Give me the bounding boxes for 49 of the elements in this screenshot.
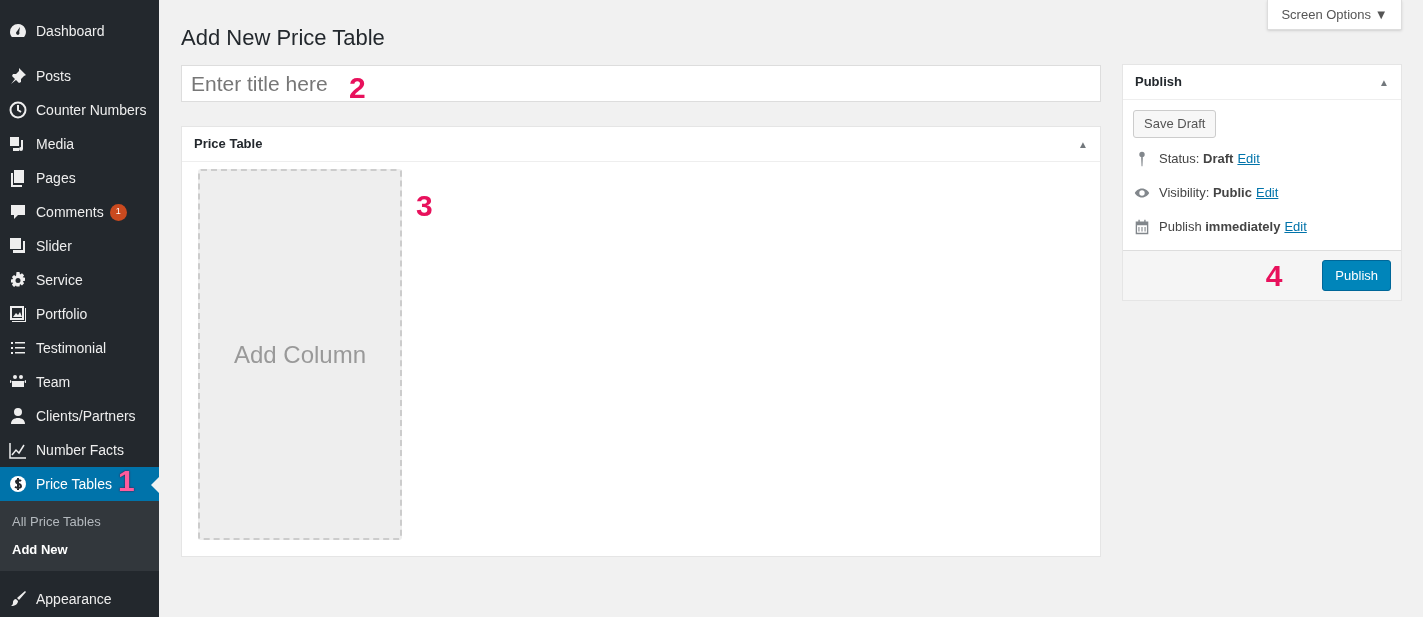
publish-info: Publish immediately — [1159, 218, 1281, 237]
line-chart-icon — [8, 440, 28, 460]
images-icon — [8, 236, 28, 256]
menu-item[interactable]: Dashboard — [0, 14, 159, 48]
menu-item[interactable]: Price Tables 1 — [0, 467, 159, 501]
paintbrush-icon — [8, 589, 28, 609]
dollar-icon — [8, 474, 28, 494]
annotation-number: 4 — [1265, 258, 1283, 293]
menu-item[interactable]: Posts — [0, 59, 159, 93]
annotation-number: 2 — [349, 71, 366, 105]
count-badge: 1 — [109, 203, 127, 221]
menu-item[interactable]: Counter Numbers — [0, 93, 159, 127]
edit-link[interactable]: Edit — [1237, 149, 1260, 169]
menu-item[interactable]: Portfolio — [0, 297, 159, 331]
calendar-icon — [1133, 218, 1151, 236]
edit-link[interactable]: Edit — [1255, 183, 1279, 203]
submenu-item[interactable]: Add New — [0, 536, 159, 564]
menu-item[interactable]: Media — [0, 127, 159, 161]
current-pointer — [151, 477, 159, 493]
annotation-number: 3 — [416, 188, 433, 223]
panel-title: Publish — [1135, 73, 1182, 92]
panel-title: Price Table — [194, 135, 263, 154]
menu-item[interactable]: Team — [0, 365, 159, 399]
menu-item[interactable]: Testimonial — [0, 331, 159, 365]
menu-label: Comments — [36, 202, 104, 222]
portfolio-icon — [8, 304, 28, 324]
screen-options-button[interactable]: Screen Options ▼ — [1267, 0, 1402, 30]
menu-item[interactable]: Number Facts — [0, 433, 159, 467]
speech-bubble-icon — [8, 202, 28, 222]
save-draft-button[interactable]: Save Draft — [1133, 110, 1217, 138]
menu-item[interactable]: Slider — [0, 229, 159, 263]
page-title: Add New Price Table — [181, 24, 386, 52]
submenu-item[interactable]: All Price Tables — [0, 508, 159, 536]
menu-item[interactable]: Comments 1 — [0, 195, 159, 229]
menu-item[interactable]: Clients/Partners — [0, 399, 159, 433]
menu-item[interactable]: Pages — [0, 161, 159, 195]
gear-icon — [8, 270, 28, 290]
user-icon — [8, 406, 28, 426]
annotation-number: 1 — [118, 464, 135, 498]
collapse-toggle[interactable]: ▲ — [1379, 74, 1389, 90]
publish-info: Status: Draft — [1159, 150, 1234, 169]
menu-item[interactable]: Service — [0, 263, 159, 297]
publish-button[interactable]: Publish — [1322, 260, 1391, 291]
pin-icon — [8, 66, 28, 86]
menu-item[interactable]: Appearance — [0, 582, 159, 616]
clock-icon — [8, 100, 28, 120]
edit-link[interactable]: Edit — [1284, 217, 1307, 237]
publish-info: Visibility: Public — [1159, 184, 1252, 203]
collapse-toggle[interactable]: ▲ — [1078, 136, 1088, 152]
